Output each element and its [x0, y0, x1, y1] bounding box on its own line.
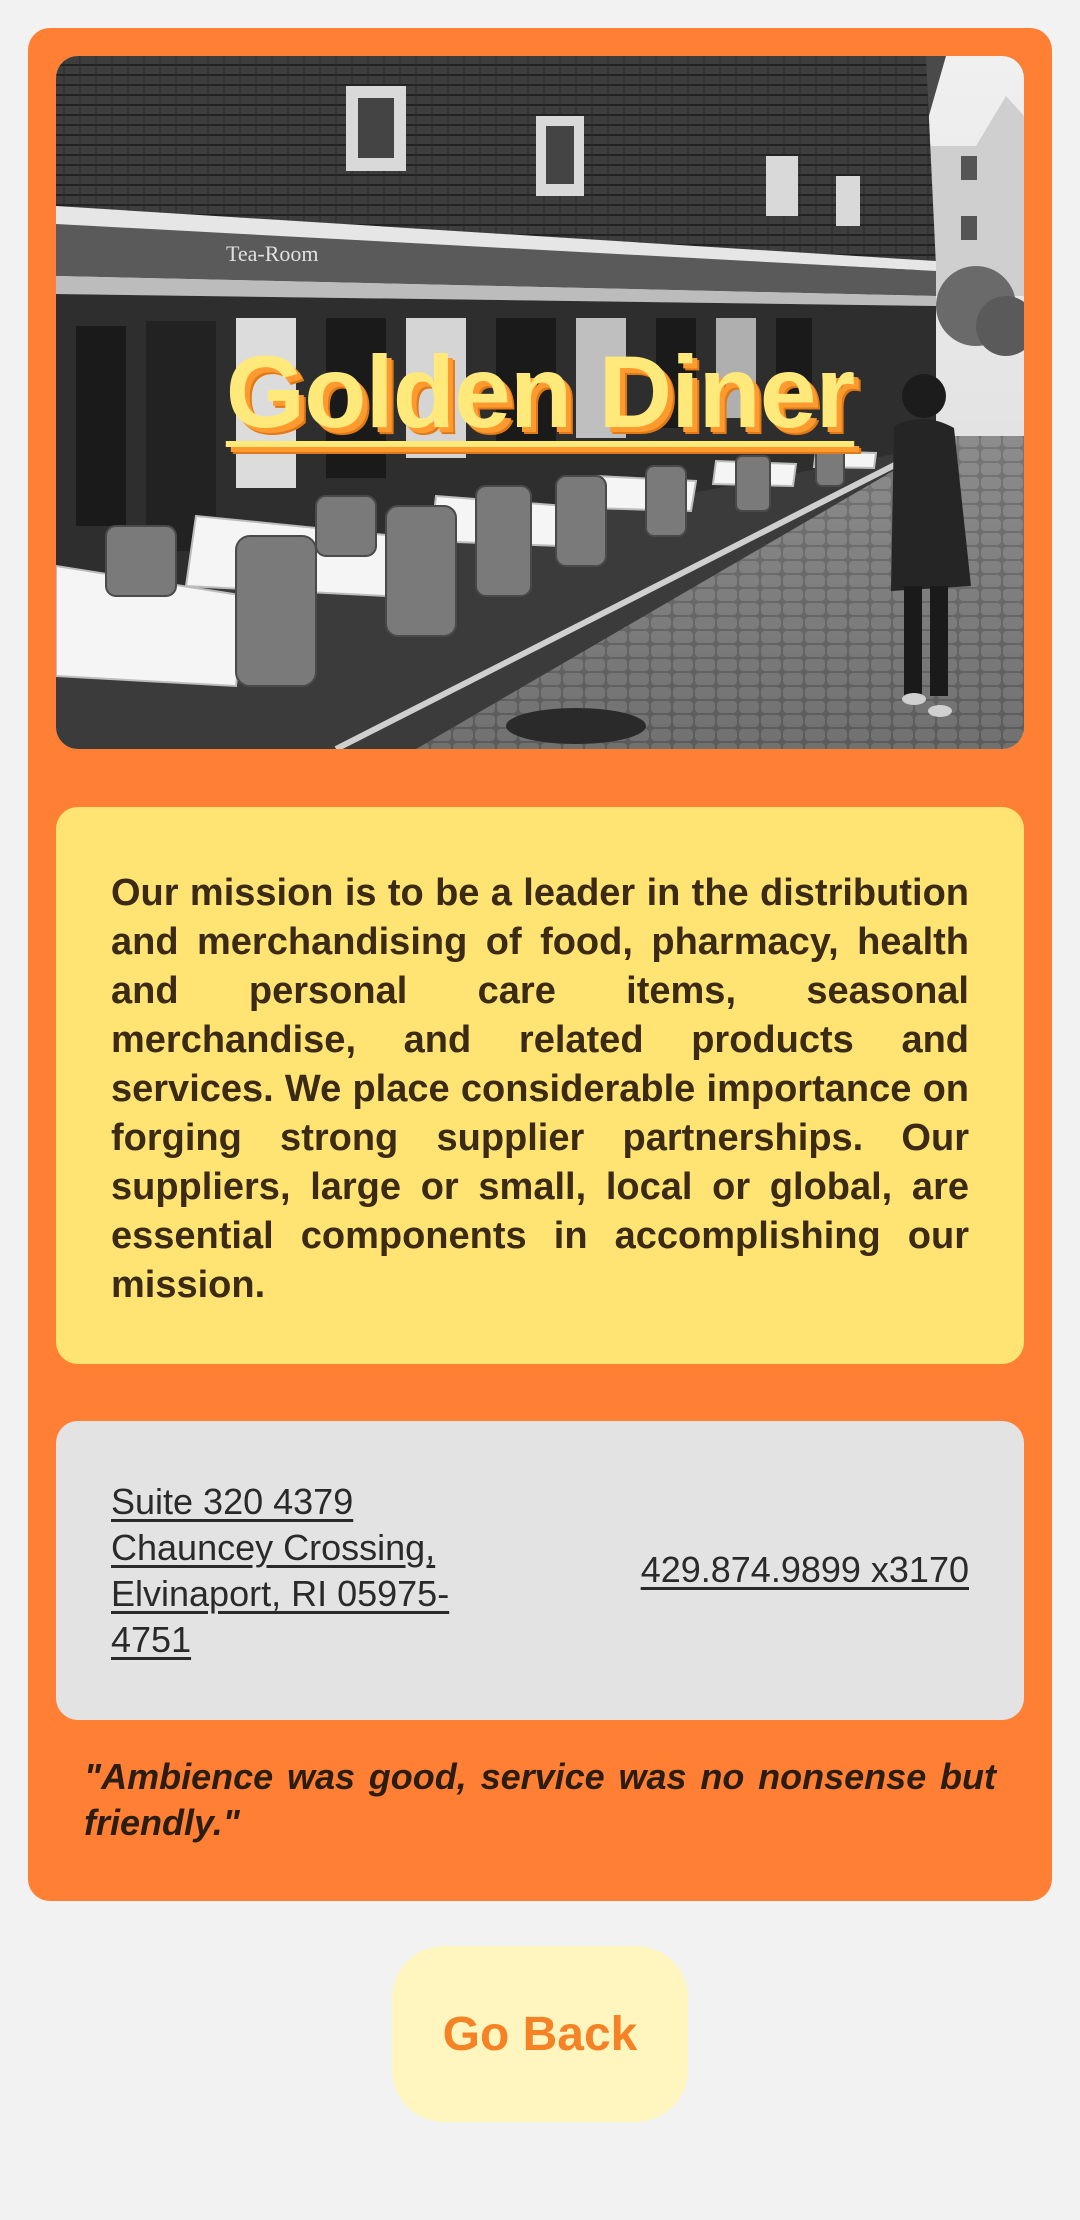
mission-text: Our mission is to be a leader in the dis… — [111, 872, 969, 1306]
review-quote: "Ambience was good, service was no nonse… — [84, 1756, 996, 1843]
restaurant-title: Golden Diner — [225, 335, 855, 449]
hero-image: Tea-Room Golden Diner — [56, 56, 1024, 749]
mission-panel: Our mission is to be a leader in the dis… — [56, 807, 1024, 1364]
address-link[interactable]: Suite 320 4379 Chauncey Crossing, Elvina… — [111, 1479, 491, 1663]
contact-panel: Suite 320 4379 Chauncey Crossing, Elvina… — [56, 1421, 1024, 1720]
restaurant-card: Tea-Room Golden Diner Our mission is to … — [28, 28, 1052, 1901]
phone-link[interactable]: 429.874.9899 x3170 — [641, 1547, 969, 1593]
go-back-button[interactable]: Go Back — [392, 1946, 688, 2122]
